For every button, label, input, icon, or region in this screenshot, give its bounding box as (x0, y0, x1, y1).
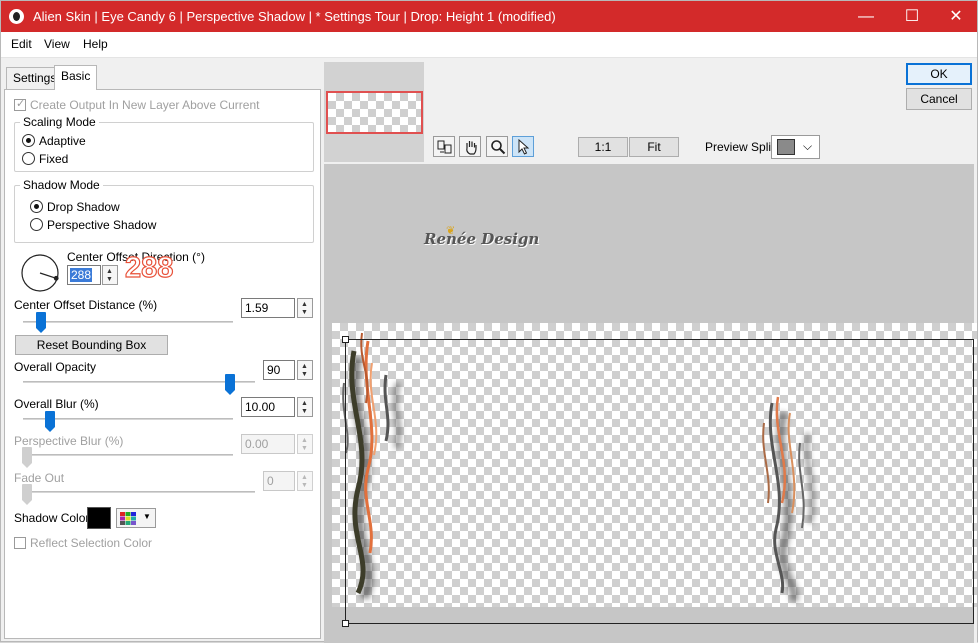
zoom-tool-button[interactable] (486, 136, 508, 157)
menu-edit[interactable]: Edit (11, 37, 32, 51)
bounding-box-handle-bottom[interactable] (342, 620, 349, 627)
title-bar: Alien Skin | Eye Candy 6 | Perspective S… (1, 1, 977, 32)
hand-icon (466, 141, 477, 155)
bounding-box-handle-top[interactable] (342, 336, 349, 343)
shadow-mode-label: Shadow Mode (20, 178, 103, 192)
minimize-button[interactable]: — (843, 1, 889, 32)
perspective-shadow-label: Perspective Shadow (47, 218, 157, 232)
color-palette-dropdown[interactable]: ▼ (116, 508, 156, 528)
opacity-slider-thumb[interactable] (225, 374, 236, 395)
blur-stepper[interactable]: 10.00 ▲ ▼ (241, 397, 314, 417)
drop-shadow-radio[interactable] (30, 200, 43, 213)
fixed-radio[interactable] (22, 152, 35, 165)
blur-field[interactable]: 10.00 (241, 397, 295, 417)
watermark-text: Renée Design (424, 230, 540, 248)
perspective-blur-field: 0.00 (241, 434, 295, 454)
opacity-label: Overall Opacity (14, 360, 97, 374)
blur-label: Overall Blur (%) (14, 397, 99, 411)
fade-out-field: 0 (263, 471, 295, 491)
reset-bounding-box-button[interactable]: Reset Bounding Box (15, 335, 168, 355)
opacity-field[interactable]: 90 (263, 360, 295, 380)
opacity-stepper[interactable]: 90 ▲ ▼ (263, 360, 314, 380)
eye-candy-window: Alien Skin | Eye Candy 6 | Perspective S… (0, 0, 978, 643)
menu-help[interactable]: Help (83, 37, 108, 51)
direction-stepper[interactable]: 288 ▲ ▼ (67, 265, 119, 285)
split-mode-icon (777, 139, 795, 155)
direction-field[interactable]: 288 (67, 265, 101, 285)
fixed-label: Fixed (39, 152, 69, 166)
arrow-pointer-icon (518, 139, 530, 155)
direction-spin-arrows[interactable]: ▲ ▼ (102, 265, 118, 285)
compare-tool-button[interactable] (433, 136, 455, 157)
preview-panel: 1:1 Fit Preview Split: ⌵ OK Cancel Renée… (324, 58, 977, 643)
distance-field[interactable]: 1.59 (241, 298, 295, 318)
compare-icon (437, 140, 452, 154)
perspective-blur-stepper: 0.00 ▲ ▼ (241, 434, 314, 454)
maximize-button[interactable]: ☐ (889, 1, 935, 32)
fade-out-spin-arrows: ▲ ▼ (297, 471, 313, 491)
window-title: Alien Skin | Eye Candy 6 | Perspective S… (33, 9, 556, 24)
shadow-color-label: Shadow Color (14, 511, 90, 525)
shadow-mode-group (14, 185, 314, 243)
distance-slider-thumb[interactable] (36, 312, 47, 333)
direction-dial[interactable] (20, 253, 60, 293)
blur-spin-arrows[interactable]: ▲ ▼ (297, 397, 313, 417)
fade-out-slider-track (23, 491, 255, 493)
color-grid-icon (120, 512, 136, 525)
opacity-slider-track[interactable] (23, 381, 255, 383)
perspective-blur-label: Perspective Blur (%) (14, 434, 124, 448)
reflect-color-checkbox[interactable] (14, 537, 26, 549)
shadow-color-swatch[interactable] (87, 507, 111, 529)
pointer-tool-button[interactable] (512, 136, 534, 157)
chevron-down-icon: ⌵ (803, 139, 813, 153)
ok-button[interactable]: OK (906, 63, 972, 85)
drop-shadow-label: Drop Shadow (47, 200, 120, 214)
distance-label: Center Offset Distance (%) (14, 298, 158, 312)
fade-out-stepper: 0 ▲ ▼ (263, 471, 314, 491)
blur-slider-thumb[interactable] (44, 411, 55, 432)
distance-slider-track[interactable] (23, 321, 233, 323)
scaling-mode-label: Scaling Mode (20, 115, 99, 129)
settings-panel: Settings Basic Create Output In New Laye… (1, 58, 324, 643)
adaptive-label: Adaptive (39, 134, 86, 148)
hand-tool-button[interactable] (459, 136, 481, 157)
cancel-button[interactable]: Cancel (906, 88, 972, 110)
distance-stepper[interactable]: 1.59 ▲ ▼ (241, 298, 314, 318)
adaptive-radio[interactable] (22, 134, 35, 147)
magnifier-icon (491, 140, 506, 155)
fade-out-label: Fade Out (14, 471, 65, 485)
distance-spin-arrows[interactable]: ▲ ▼ (297, 298, 313, 318)
bounding-box[interactable] (345, 339, 974, 624)
menu-view[interactable]: View (44, 37, 70, 51)
zoom-1to1-button[interactable]: 1:1 (578, 137, 628, 157)
preview-canvas[interactable]: Renée Design ❦ (324, 164, 977, 643)
preview-split-label: Preview Split: (705, 140, 778, 154)
navigator-thumbnail[interactable] (326, 91, 423, 134)
reflect-color-label: Reflect Selection Color (30, 536, 153, 550)
perspective-shadow-radio[interactable] (30, 218, 43, 231)
perspective-blur-slider-thumb (22, 447, 32, 468)
opacity-spin-arrows[interactable]: ▲ ▼ (297, 360, 313, 380)
menu-bar: Edit View Help (1, 32, 977, 58)
tab-basic[interactable]: Basic (54, 65, 98, 90)
butterfly-icon: ❦ (446, 225, 456, 237)
basic-tab-panel: Create Output In New Layer Above Current… (4, 89, 321, 639)
dropdown-arrow-icon: ▼ (143, 512, 151, 521)
close-button[interactable]: ✕ (933, 1, 978, 32)
create-output-checkbox[interactable] (14, 97, 26, 111)
fade-out-slider-thumb (22, 484, 32, 505)
preview-split-dropdown[interactable]: ⌵ (771, 135, 820, 159)
perspective-blur-spin-arrows: ▲ ▼ (297, 434, 313, 454)
alien-skin-logo-icon (9, 9, 24, 24)
create-output-label: Create Output In New Layer Above Current (30, 98, 260, 112)
perspective-blur-slider-track (23, 454, 233, 456)
direction-annotation: 288 (124, 252, 174, 284)
fit-button[interactable]: Fit (629, 137, 679, 157)
navigator-area (324, 62, 424, 162)
